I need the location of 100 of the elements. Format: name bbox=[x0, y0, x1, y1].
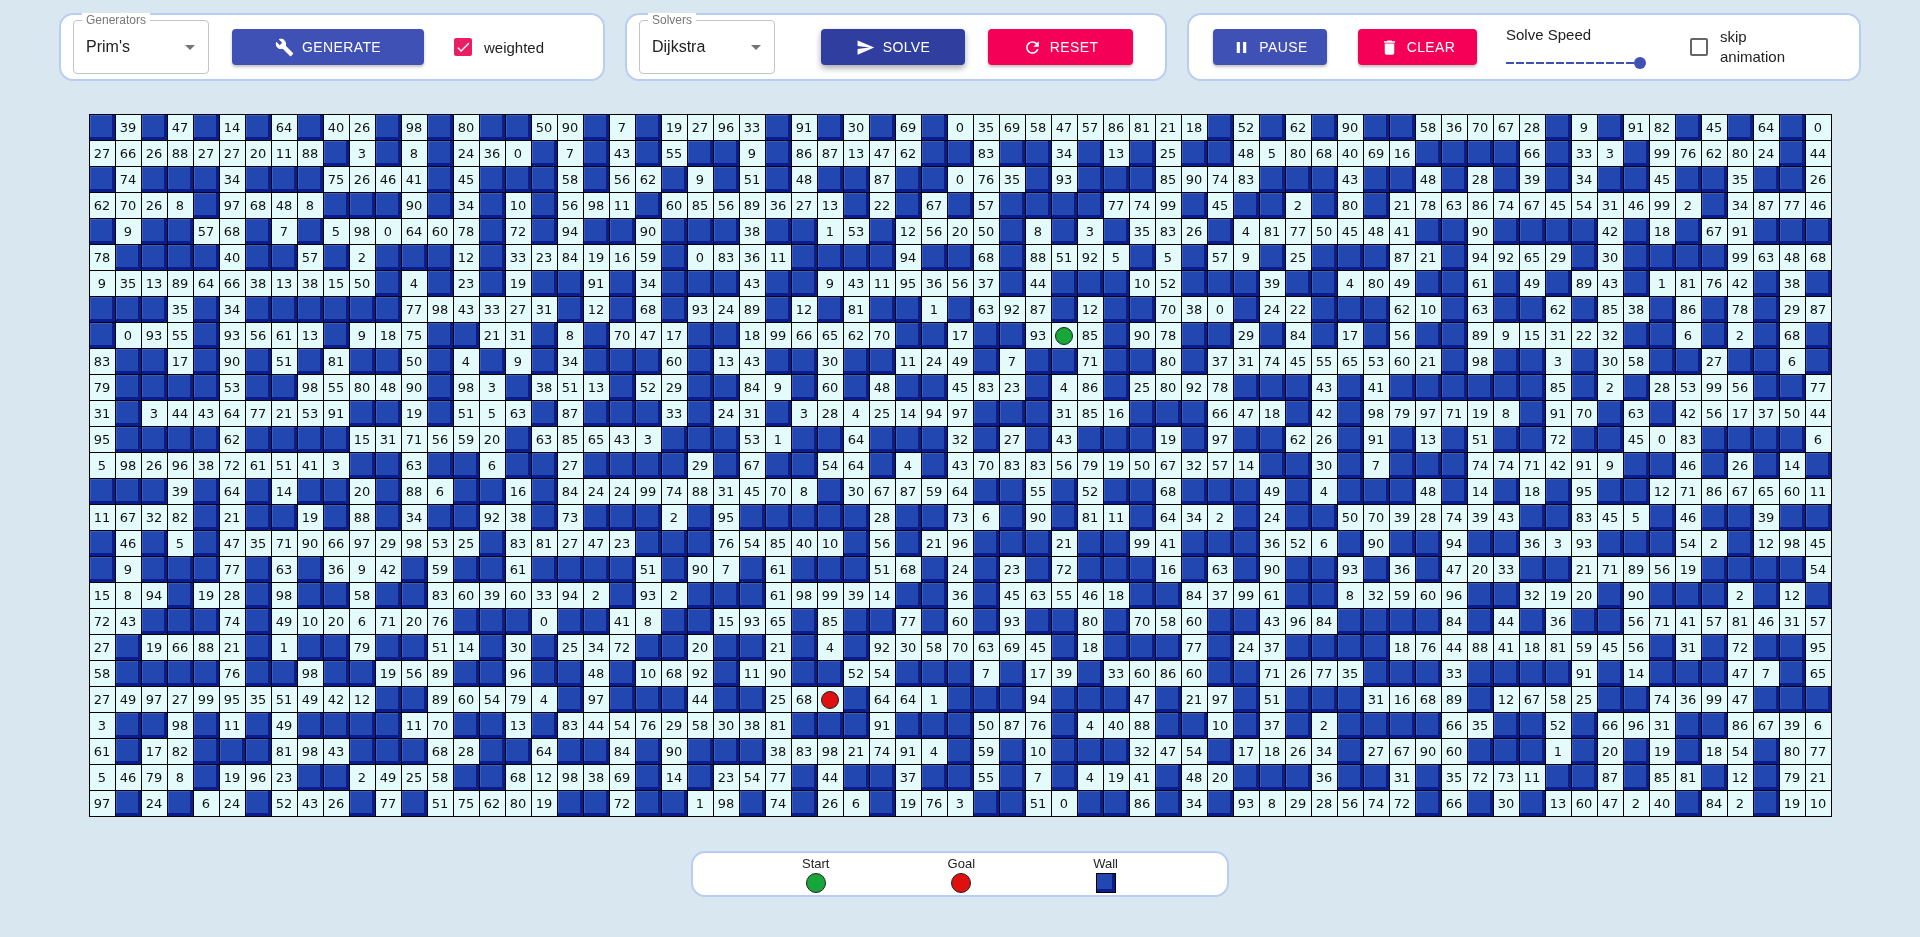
maze-cell: 32 bbox=[1181, 453, 1208, 479]
maze-cell: 47 bbox=[635, 323, 662, 349]
maze-cell: 63 bbox=[401, 453, 428, 479]
maze-cell: 93 bbox=[1025, 323, 1052, 349]
maze-cell: 79 bbox=[505, 687, 532, 713]
maze-cell: 49 bbox=[1389, 271, 1416, 297]
maze-cell: 4 bbox=[817, 635, 844, 661]
maze-cell: 71 bbox=[1519, 453, 1546, 479]
maze-cell: 2 bbox=[1727, 323, 1754, 349]
maze-cell: 63 bbox=[271, 557, 298, 583]
maze-cell: 34 bbox=[1051, 141, 1078, 167]
maze-cell: 88 bbox=[1025, 245, 1052, 271]
maze-cell: 33 bbox=[531, 583, 558, 609]
maze-cell: 30 bbox=[1597, 349, 1624, 375]
maze-cell: 95 bbox=[895, 271, 922, 297]
maze-cell: 35 bbox=[1129, 219, 1156, 245]
maze-cell: 10 bbox=[297, 609, 324, 635]
maze-cell: 20 bbox=[1597, 739, 1624, 765]
maze-cell: 89 bbox=[167, 271, 194, 297]
maze-cell: 98 bbox=[271, 583, 298, 609]
maze-cell: 55 bbox=[1051, 583, 1078, 609]
maze-cell: 67 bbox=[739, 453, 766, 479]
maze-cell: 96 bbox=[947, 531, 974, 557]
maze-cell: 39 bbox=[1467, 505, 1494, 531]
maze-cell: 56 bbox=[1051, 453, 1078, 479]
maze-cell: 58 bbox=[1545, 687, 1572, 713]
reset-button[interactable]: RESET bbox=[988, 29, 1133, 65]
maze-cell: 38 bbox=[297, 271, 324, 297]
maze-cell: 26 bbox=[141, 453, 168, 479]
maze-cell: 19 bbox=[1103, 765, 1130, 791]
maze-cell: 41 bbox=[1389, 219, 1416, 245]
maze-cell: 80 bbox=[349, 375, 376, 401]
maze-cell: 6 bbox=[1311, 531, 1338, 557]
maze-cell: 43 bbox=[1259, 609, 1286, 635]
maze-cell: 81 bbox=[323, 349, 350, 375]
maze-cell: 16 bbox=[505, 479, 532, 505]
maze-cell: 30 bbox=[843, 115, 870, 141]
maze-cell: 55 bbox=[1025, 479, 1052, 505]
maze-cell: 34 bbox=[453, 193, 480, 219]
maze-cell: 78 bbox=[1207, 375, 1234, 401]
maze-cell: 11 bbox=[89, 505, 116, 531]
maze-cell: 88 bbox=[167, 141, 194, 167]
pause-button[interactable]: PAUSE bbox=[1213, 29, 1327, 65]
maze-cell: 9 bbox=[765, 375, 792, 401]
maze-cell: 49 bbox=[271, 713, 298, 739]
maze-cell: 77 bbox=[1311, 661, 1338, 687]
maze-cell: 47 bbox=[1597, 791, 1624, 817]
maze-cell: 8 bbox=[297, 193, 324, 219]
maze-cell: 77 bbox=[1779, 193, 1806, 219]
maze-cell: 71 bbox=[271, 531, 298, 557]
maze-cell: 92 bbox=[687, 661, 714, 687]
maze-cell: 33 bbox=[739, 115, 766, 141]
maze-cell: 44 bbox=[1805, 401, 1832, 427]
maze-cell: 31 bbox=[1233, 349, 1260, 375]
maze-cell: 62 bbox=[1389, 297, 1416, 323]
maze-cell: 8 bbox=[557, 323, 584, 349]
maze-cell: 6 bbox=[1805, 427, 1832, 453]
maze-cell: 83 bbox=[1233, 167, 1260, 193]
solve-button[interactable]: SOLVE bbox=[821, 29, 965, 65]
maze-cell: 36 bbox=[1441, 115, 1468, 141]
maze-cell: 12 bbox=[531, 765, 558, 791]
maze-cell: 43 bbox=[323, 739, 350, 765]
maze-cell: 64 bbox=[1753, 115, 1780, 141]
maze-cell: 83 bbox=[427, 583, 454, 609]
maze-cell: 26 bbox=[349, 167, 376, 193]
maze-cell: 98 bbox=[349, 219, 376, 245]
maze-cell: 21 bbox=[1415, 349, 1442, 375]
maze-cell: 95 bbox=[1805, 635, 1832, 661]
maze-cell: 21 bbox=[1155, 115, 1182, 141]
maze-cell: 90 bbox=[765, 661, 792, 687]
maze-cell: 83 bbox=[1571, 505, 1598, 531]
maze-cell: 69 bbox=[999, 115, 1026, 141]
maze-cell: 74 bbox=[1129, 193, 1156, 219]
maze-cell: 15 bbox=[323, 271, 350, 297]
maze-cell: 19 bbox=[583, 245, 610, 271]
maze-cell: 74 bbox=[1493, 193, 1520, 219]
maze-cell: 90 bbox=[219, 349, 246, 375]
maze-cell: 63 bbox=[505, 401, 532, 427]
maze-cell: 58 bbox=[921, 635, 948, 661]
maze-cell: 26 bbox=[1181, 219, 1208, 245]
generate-button[interactable]: GENERATE bbox=[232, 29, 424, 65]
maze-cell: 5 bbox=[1103, 245, 1130, 271]
maze-cell: 76 bbox=[1701, 271, 1728, 297]
maze-cell: 86 bbox=[1467, 193, 1494, 219]
maze-cell: 43 bbox=[609, 141, 636, 167]
maze-cell: 39 bbox=[115, 115, 142, 141]
maze-cell: 90 bbox=[661, 739, 688, 765]
maze-cell: 9 bbox=[1597, 453, 1624, 479]
clear-button[interactable]: CLEAR bbox=[1358, 29, 1477, 65]
maze-cell: 62 bbox=[843, 323, 870, 349]
maze-cell: 72 bbox=[219, 453, 246, 479]
maze-cell: 79 bbox=[349, 635, 376, 661]
maze-cell: 24 bbox=[921, 349, 948, 375]
maze-cell: 54 bbox=[609, 713, 636, 739]
maze-cell: 78 bbox=[1155, 323, 1182, 349]
maze-cell: 47 bbox=[167, 115, 194, 141]
maze-cell: 30 bbox=[713, 713, 740, 739]
maze-cell: 19 bbox=[375, 661, 402, 687]
maze-cell: 55 bbox=[323, 375, 350, 401]
maze-cell: 2 bbox=[349, 245, 376, 271]
